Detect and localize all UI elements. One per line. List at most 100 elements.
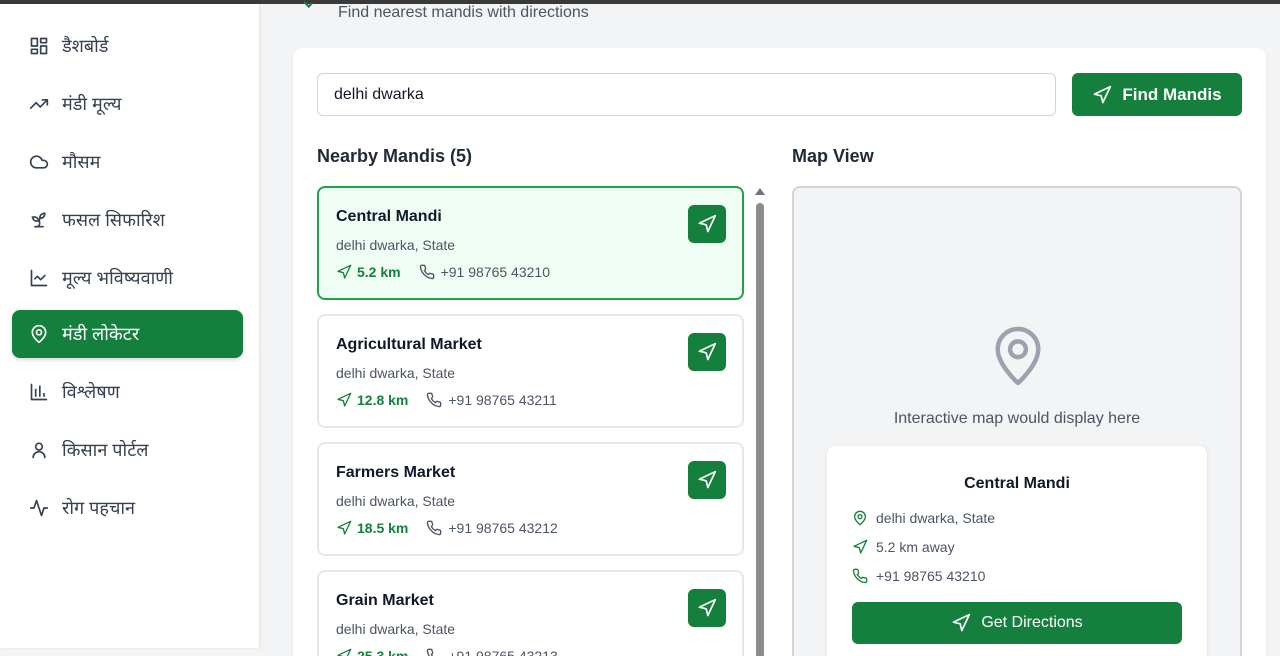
selected-mandi-card: Central Mandi delhi dwarka, State 5.2 km… (827, 446, 1207, 656)
phone-value: +91 98765 43213 (448, 648, 558, 656)
selected-mandi-phone: +91 98765 43210 (852, 568, 985, 584)
mandi-phone: +91 98765 43213 (426, 648, 558, 656)
dashboard-icon (28, 35, 50, 57)
sidebar-item-crop-recommendation[interactable]: फसल सिफारिश (12, 196, 243, 244)
navigation-icon (952, 613, 971, 632)
sidebar-item-disease-detection[interactable]: रोग पहचान (12, 484, 243, 532)
find-mandis-label: Find Mandis (1122, 84, 1222, 104)
navigate-button[interactable] (688, 461, 726, 499)
mandi-meta: 25.3 km +91 98765 43213 (336, 648, 558, 656)
mandi-distance: 5.2 km (336, 264, 401, 280)
navigation-icon (698, 598, 717, 617)
navigation-icon (337, 264, 352, 279)
navigate-button[interactable] (688, 333, 726, 371)
navigation-icon (698, 214, 717, 233)
sidebar-item-label: डैशबोर्ड (62, 36, 109, 56)
distance-value: 18.5 km (357, 520, 409, 536)
map-pin-icon (854, 510, 866, 526)
mandi-name: Grain Market (336, 592, 434, 609)
nearby-mandis-title: Nearby Mandis (5) (317, 146, 473, 166)
mandi-distance: 18.5 km (336, 520, 408, 536)
sidebar-item-mandi-prices[interactable]: मंडी मूल्य (12, 80, 243, 128)
phone-icon (419, 264, 434, 280)
page-subtitle: Find nearest mandis with directions (338, 4, 589, 21)
search-input[interactable] (317, 73, 1056, 116)
phone-value: +91 98765 43212 (448, 520, 558, 536)
sidebar-item-price-prediction[interactable]: मूल्य भविष्यवाणी (12, 254, 243, 302)
sidebar-item-label: मूल्य भविष्यवाणी (62, 268, 173, 288)
navigation-icon (337, 520, 352, 535)
sidebar-item-label: फसल सिफारिश (62, 210, 165, 230)
mandi-distance: 25.3 km (336, 648, 408, 656)
mandi-card[interactable]: Grain Market delhi dwarka, State 25.3 km… (317, 570, 744, 656)
mandi-meta: 5.2 km +91 98765 43210 (336, 264, 550, 280)
mandi-name: Central Mandi (336, 208, 442, 225)
sidebar-item-label: विश्लेषण (62, 382, 120, 402)
sidebar-item-dashboard[interactable]: डैशबोर्ड (12, 22, 243, 70)
selected-mandi-location: delhi dwarka, State (852, 510, 995, 526)
phone-icon (427, 520, 442, 536)
phone-icon (852, 568, 868, 584)
phone-icon (427, 648, 434, 656)
navigate-button[interactable] (688, 205, 726, 243)
sidebar-item-label: मंडी मूल्य (62, 94, 122, 114)
distance-text: 5.2 km away (876, 539, 955, 555)
map-pin-icon (28, 323, 50, 345)
mandi-phone: +91 98765 43211 (426, 392, 557, 408)
sidebar: डैशबोर्ड मंडी मूल्य मौसम फसल सिफारिश मूल… (0, 4, 259, 648)
sidebar-item-label: रोग पहचान (62, 498, 136, 518)
distance-value: 25.3 km (357, 648, 409, 656)
mandi-location: delhi dwarka, State (336, 237, 456, 253)
line-chart-icon (28, 267, 50, 289)
scroll-up-arrow[interactable] (755, 188, 765, 195)
navigation-icon (337, 648, 352, 656)
mandi-name: Farmers Market (336, 464, 456, 481)
mandi-phone: +91 98765 43210 (419, 264, 550, 280)
phone-value: +91 98765 43211 (448, 392, 557, 408)
location-text: delhi dwarka, State (876, 510, 996, 526)
sidebar-item-analytics[interactable]: विश्लेषण (12, 368, 243, 416)
mandi-card[interactable]: Farmers Market delhi dwarka, State 18.5 … (317, 442, 744, 556)
phone-icon (427, 392, 442, 408)
selected-mandi-name: Central Mandi (964, 475, 1070, 492)
mandi-card[interactable]: Central Mandi delhi dwarka, State 5.2 km… (317, 186, 744, 300)
sprout-icon (28, 209, 50, 231)
mandi-location: delhi dwarka, State (336, 621, 456, 637)
mandi-phone: +91 98765 43212 (426, 520, 558, 536)
map-view-title: Map View (792, 146, 874, 166)
selected-mandi-distance: 5.2 km away (852, 539, 955, 555)
phone-text: +91 98765 43210 (876, 568, 986, 584)
sidebar-item-label: मंडी लोकेटर (62, 324, 140, 344)
sidebar-item-farmer-portal[interactable]: किसान पोर्टल (12, 426, 243, 474)
cloud-icon (28, 151, 50, 173)
sidebar-item-label: मौसम (62, 152, 101, 172)
mandi-location: delhi dwarka, State (336, 493, 456, 509)
sidebar-item-weather[interactable]: मौसम (12, 138, 243, 186)
get-directions-button[interactable]: Get Directions (852, 602, 1182, 644)
navigate-button[interactable] (688, 589, 726, 627)
map-pin-icon (991, 324, 1045, 388)
user-icon (28, 439, 50, 461)
trending-up-icon (28, 93, 50, 115)
bar-chart-icon (28, 381, 50, 403)
mandi-meta: 12.8 km +91 98765 43211 (336, 392, 557, 408)
mandi-location: delhi dwarka, State (336, 365, 456, 381)
distance-value: 12.8 km (357, 392, 409, 408)
find-mandis-button[interactable]: Find Mandis (1072, 73, 1242, 116)
navigation-icon (698, 342, 717, 361)
activity-icon (28, 497, 50, 519)
mandi-name: Agricultural Market (336, 336, 482, 353)
scrollbar-thumb[interactable] (756, 203, 764, 656)
navigation-icon (698, 470, 717, 489)
sidebar-item-mandi-locator[interactable]: मंडी लोकेटर (12, 310, 243, 358)
navigation-icon (1094, 85, 1112, 103)
get-directions-label: Get Directions (981, 614, 1083, 631)
navigation-icon (337, 392, 352, 407)
sidebar-item-label: किसान पोर्टल (62, 440, 149, 460)
mandi-distance: 12.8 km (336, 392, 408, 408)
mandi-card[interactable]: Agricultural Market delhi dwarka, State … (317, 314, 744, 428)
map-placeholder-text: Interactive map would display here (893, 410, 1141, 427)
list-scrollbar[interactable] (754, 186, 766, 656)
distance-value: 5.2 km (357, 264, 401, 280)
mandi-meta: 18.5 km +91 98765 43212 (336, 520, 558, 536)
